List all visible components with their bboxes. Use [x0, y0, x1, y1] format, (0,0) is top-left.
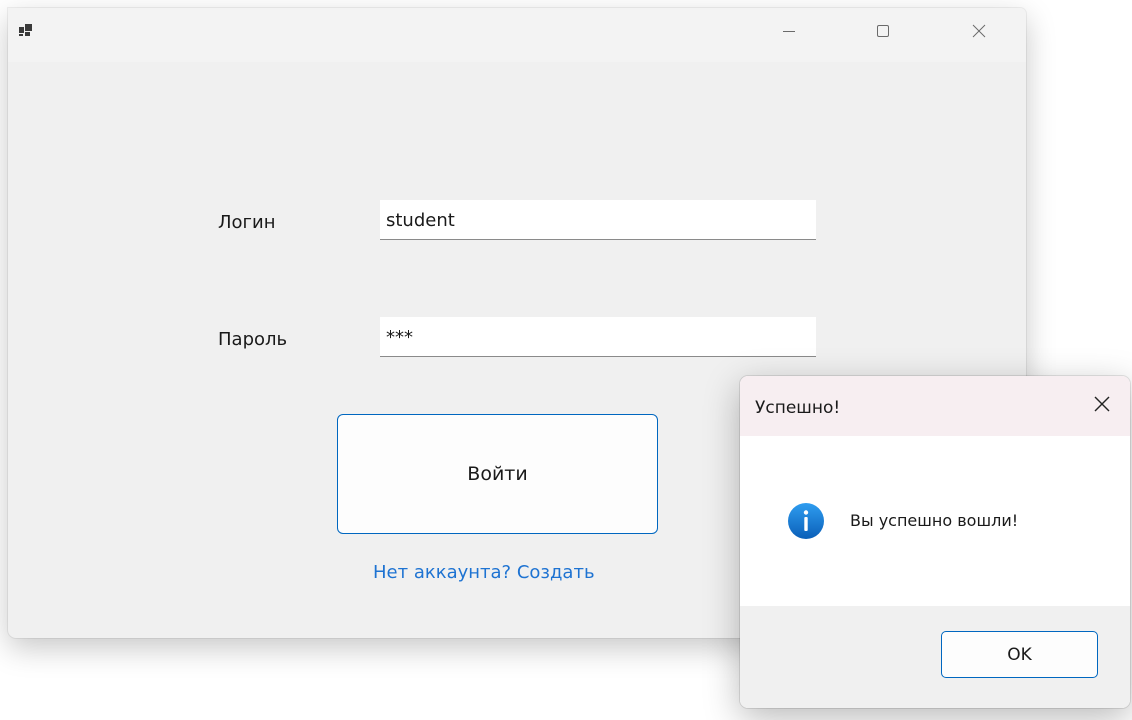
- success-dialog: Успешно! Вы успешно вошли! OK: [740, 376, 1130, 708]
- dialog-titlebar[interactable]: Успешно!: [740, 376, 1130, 436]
- close-icon: [1093, 395, 1111, 417]
- minimize-icon: [781, 23, 797, 43]
- login-label: Логин: [218, 212, 276, 233]
- maximize-button[interactable]: [860, 8, 906, 58]
- password-label: Пароль: [218, 329, 288, 350]
- close-icon: [971, 23, 987, 43]
- window-titlebar[interactable]: [8, 8, 1026, 62]
- info-icon: [787, 502, 825, 540]
- password-input[interactable]: [380, 317, 816, 357]
- close-button[interactable]: [956, 8, 1002, 58]
- login-input[interactable]: [380, 200, 816, 240]
- login-button[interactable]: Войти: [337, 414, 658, 534]
- desktop: Логин Пароль Войти Нет аккаунта? Создать…: [0, 0, 1132, 720]
- ok-button[interactable]: OK: [941, 631, 1098, 678]
- dialog-message: Вы успешно вошли!: [850, 511, 1019, 530]
- register-link[interactable]: Нет аккаунта? Создать: [373, 562, 595, 583]
- app-icon: [18, 22, 34, 38]
- maximize-icon: [875, 23, 891, 43]
- dialog-title: Успешно!: [755, 398, 841, 418]
- minimize-button[interactable]: [766, 8, 812, 58]
- dialog-close-button[interactable]: [1082, 386, 1122, 426]
